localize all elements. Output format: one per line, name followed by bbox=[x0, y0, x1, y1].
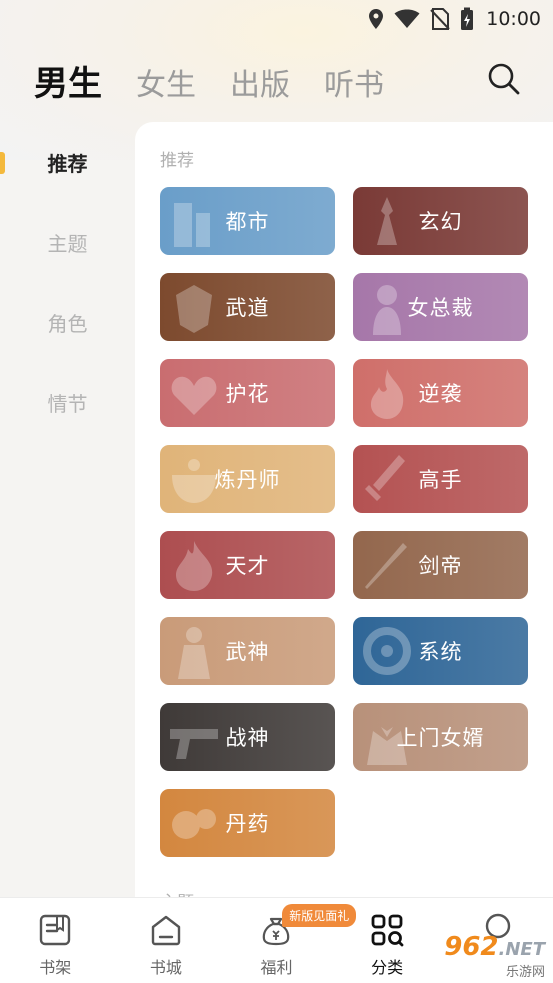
category-label: 女总裁 bbox=[407, 296, 474, 320]
watermark-logo: 962.NET bbox=[444, 931, 545, 962]
category-panel: 推荐 都市玄幻武道女总裁护花逆袭炼丹师高手天才剑帝武神系统战神上门女婿丹药 主题 bbox=[135, 122, 553, 922]
category-label: 逆袭 bbox=[418, 382, 463, 406]
category-label: 武神 bbox=[225, 640, 270, 664]
category-grid: 都市 玄幻武道 女总裁护花 逆袭炼丹师 高手天才 剑帝武神 系统战神 上门女婿丹药 bbox=[160, 187, 528, 857]
fire-icon bbox=[176, 541, 213, 591]
category-card[interactable]: 玄幻 bbox=[353, 187, 528, 255]
no-sim-icon bbox=[430, 8, 450, 30]
nav-welfare[interactable]: 新版见面礼 福利 bbox=[221, 898, 357, 983]
top-tabs: 男生 女生 出版 听书 bbox=[34, 56, 384, 105]
category-card[interactable]: 战神 bbox=[160, 703, 335, 771]
statue-icon bbox=[178, 627, 210, 679]
category-label: 炼丹师 bbox=[214, 468, 281, 492]
category-card[interactable]: 护花 bbox=[160, 359, 335, 427]
heart-icon bbox=[171, 376, 217, 415]
nav-label: 分类 bbox=[371, 958, 404, 977]
category-label: 玄幻 bbox=[418, 210, 463, 234]
search-icon bbox=[488, 63, 520, 95]
gun-icon bbox=[170, 729, 218, 759]
gear-icon bbox=[363, 627, 411, 675]
category-card[interactable]: 上门女婿 bbox=[353, 703, 528, 771]
category-label: 护花 bbox=[225, 382, 270, 406]
tab-audiobook[interactable]: 听书 bbox=[324, 60, 384, 104]
sidebar-item-role[interactable]: 角色 bbox=[0, 282, 135, 362]
pill-icon bbox=[172, 809, 216, 839]
status-time: 10:00 bbox=[486, 8, 541, 30]
building-icon bbox=[174, 203, 210, 247]
nav-bookshelf[interactable]: 书架 bbox=[0, 898, 111, 983]
sword-icon bbox=[365, 455, 405, 501]
tab-male[interactable]: 男生 bbox=[34, 56, 102, 105]
bookshelf-icon bbox=[40, 914, 71, 946]
sidebar-item-plot[interactable]: 情节 bbox=[0, 362, 135, 442]
nav-label: 书城 bbox=[149, 958, 182, 977]
location-icon bbox=[368, 8, 384, 30]
nav-label: 书架 bbox=[39, 958, 72, 977]
category-label: 丹药 bbox=[225, 812, 270, 836]
category-card[interactable]: 系统 bbox=[353, 617, 528, 685]
category-label: 天才 bbox=[225, 554, 270, 578]
category-card[interactable]: 剑帝 bbox=[353, 531, 528, 599]
sidebar-item-recommend[interactable]: 推荐 bbox=[0, 122, 135, 202]
category-label: 剑帝 bbox=[418, 554, 463, 578]
category-card[interactable]: 武神 bbox=[160, 617, 335, 685]
category-card[interactable]: 炼丹师 bbox=[160, 445, 335, 513]
blade-icon bbox=[365, 543, 407, 589]
tab-female[interactable]: 女生 bbox=[136, 60, 196, 104]
category-label: 系统 bbox=[418, 640, 463, 664]
category-card[interactable]: 都市 bbox=[160, 187, 335, 255]
warrior-icon bbox=[377, 197, 397, 245]
section-title: 推荐 bbox=[160, 151, 194, 171]
category-label: 上门女婿 bbox=[396, 726, 485, 750]
category-card[interactable]: 天才 bbox=[160, 531, 335, 599]
battery-charging-icon bbox=[460, 7, 474, 31]
category-label: 武道 bbox=[225, 296, 270, 320]
category-card[interactable]: 丹药 bbox=[160, 789, 335, 857]
category-card[interactable]: 女总裁 bbox=[353, 273, 528, 341]
search-button[interactable] bbox=[487, 62, 521, 96]
category-sidebar: 推荐 主题 角色 情节 bbox=[0, 122, 135, 442]
status-bar: 10:00 bbox=[0, 0, 553, 38]
category-label: 都市 bbox=[225, 210, 270, 234]
category-label: 战神 bbox=[225, 726, 270, 750]
site-watermark: 962.NET 乐游网 bbox=[418, 930, 553, 983]
category-card[interactable]: 逆袭 bbox=[353, 359, 528, 427]
home-icon bbox=[151, 915, 181, 946]
wifi-icon bbox=[394, 9, 420, 29]
tab-publish[interactable]: 出版 bbox=[230, 60, 290, 104]
watermark-sub: 乐游网 bbox=[505, 964, 545, 980]
nav-bookstore[interactable]: 书城 bbox=[111, 898, 222, 983]
category-card[interactable]: 高手 bbox=[353, 445, 528, 513]
sidebar-item-theme[interactable]: 主题 bbox=[0, 202, 135, 282]
category-card[interactable]: 武道 bbox=[160, 273, 335, 341]
nav-label: 福利 bbox=[260, 958, 293, 977]
category-label: 高手 bbox=[418, 468, 463, 492]
flame-icon bbox=[370, 369, 404, 419]
armor-icon bbox=[176, 285, 212, 333]
category-grid-icon bbox=[371, 914, 404, 947]
